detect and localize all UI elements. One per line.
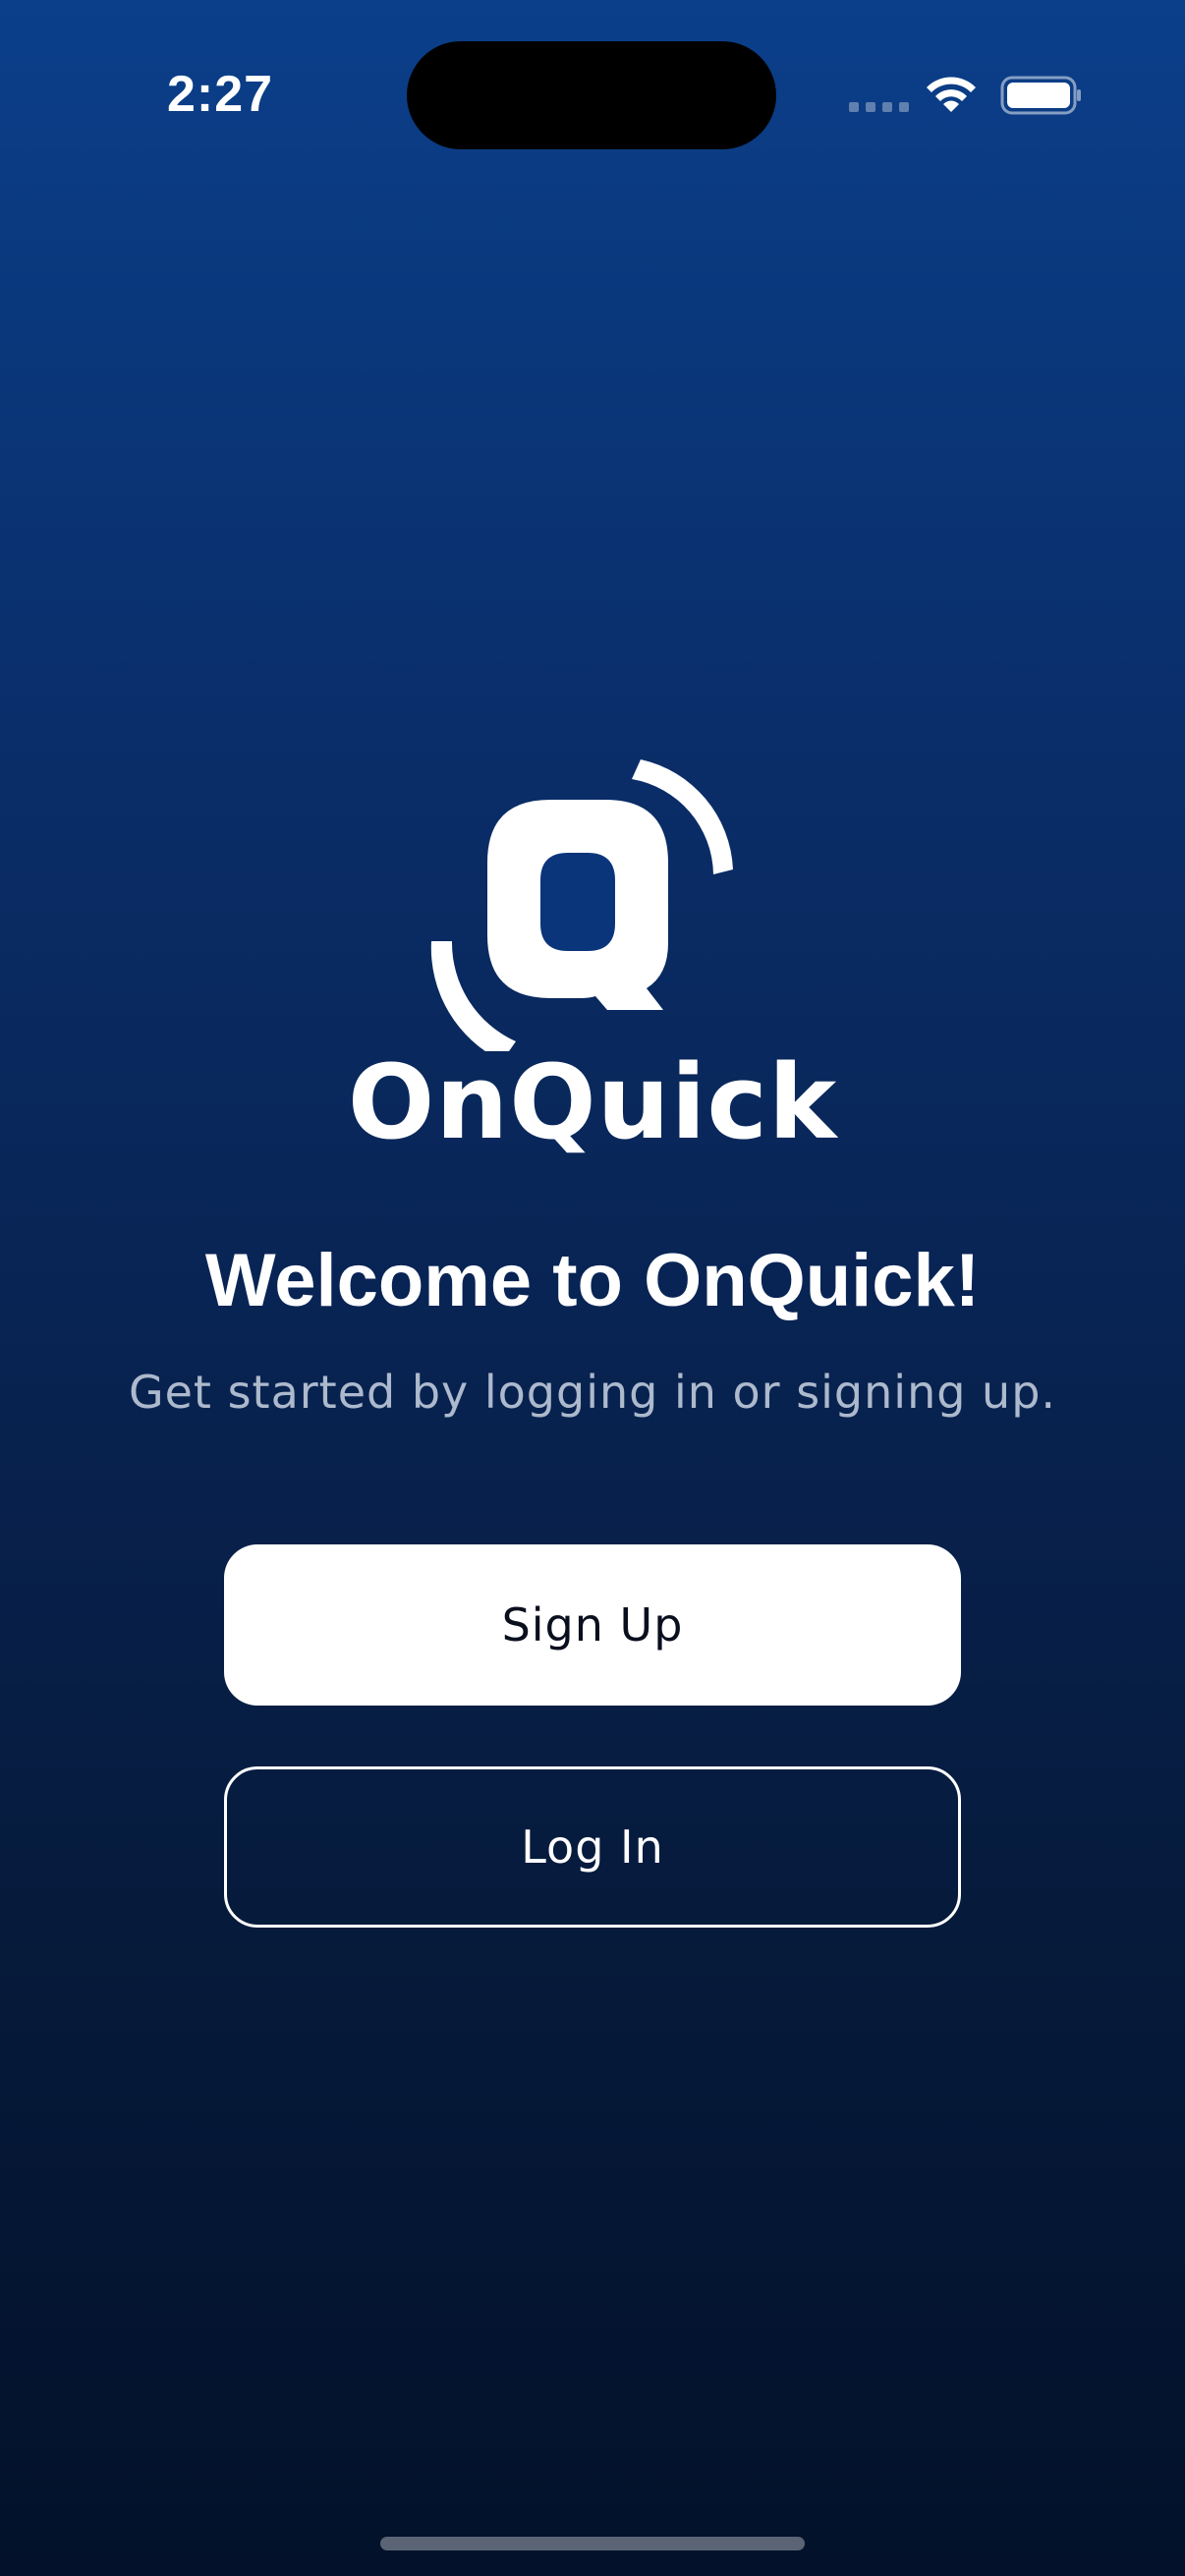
battery-icon (1000, 76, 1081, 115)
onquick-q-logo-icon (430, 759, 733, 1051)
wifi-icon (927, 77, 976, 112)
sign-up-label: Sign Up (501, 1598, 684, 1652)
home-indicator[interactable] (380, 2537, 805, 2550)
status-time: 2:27 (167, 66, 274, 123)
cellular-signal-icon (849, 102, 909, 112)
log-in-button[interactable]: Log In (224, 1766, 961, 1928)
welcome-subtitle: Get started by logging in or signing up. (128, 1366, 1057, 1419)
welcome-title: Welcome to OnQuick! (204, 1239, 981, 1322)
welcome-screen: 2:27 OnQuick Welcome to OnQuick! Get sta… (0, 0, 1185, 2576)
brand-name: OnQuick (347, 1042, 838, 1162)
sign-up-button[interactable]: Sign Up (224, 1544, 961, 1706)
dynamic-island (407, 41, 776, 149)
log-in-label: Log In (521, 1820, 664, 1874)
